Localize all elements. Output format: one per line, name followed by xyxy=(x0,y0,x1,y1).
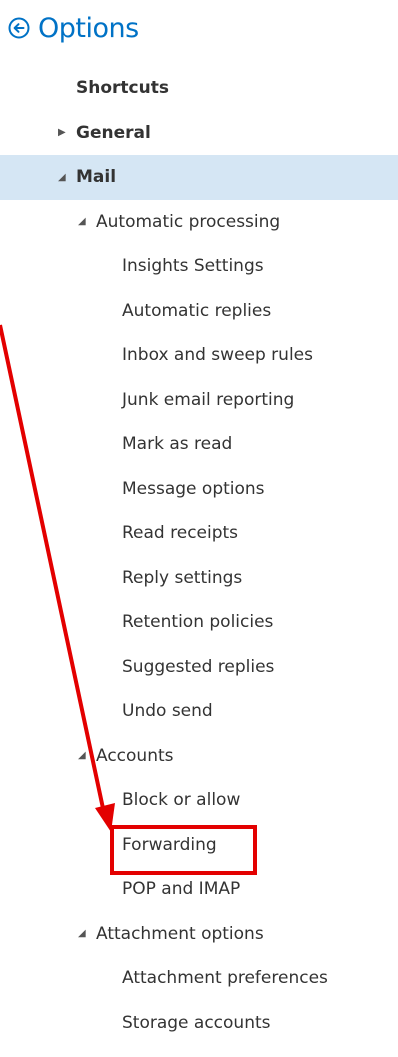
nav-item-label: POP and IMAP xyxy=(122,879,241,900)
nav-item-pop-and-imap[interactable]: POP and IMAP xyxy=(0,867,398,912)
nav-item-read-receipts[interactable]: Read receipts xyxy=(0,511,398,556)
nav-item-general[interactable]: ▶ General xyxy=(0,111,398,156)
nav-item-label: Shortcuts xyxy=(76,78,169,99)
nav-item-label: Insights Settings xyxy=(122,256,264,277)
nav-item-label: Suggested replies xyxy=(122,656,275,677)
nav-item-label: Attachment preferences xyxy=(122,968,328,989)
page-title: Options xyxy=(38,12,139,44)
nav-item-label: Retention policies xyxy=(122,612,274,633)
nav-group-automatic-processing[interactable]: ◢ Automatic processing xyxy=(0,200,398,245)
nav-item-attachment-preferences[interactable]: Attachment preferences xyxy=(0,956,398,1001)
nav-item-retention-policies[interactable]: Retention policies xyxy=(0,600,398,645)
nav-item-block-or-allow[interactable]: Block or allow xyxy=(0,778,398,823)
nav-item-label: Automatic replies xyxy=(122,300,272,321)
nav-item-label: Block or allow xyxy=(122,790,241,811)
options-nav-tree: Shortcuts ▶ General ◢ Mail ◢ Automatic p… xyxy=(0,66,398,1045)
back-circle-arrow-icon xyxy=(8,17,30,39)
nav-group-accounts[interactable]: ◢ Accounts xyxy=(0,734,398,779)
nav-item-label: Mail xyxy=(76,167,117,188)
nav-item-label: Storage accounts xyxy=(122,1012,271,1033)
nav-group-label: Accounts xyxy=(96,745,174,766)
nav-item-label: Inbox and sweep rules xyxy=(122,345,313,366)
nav-item-message-options[interactable]: Message options xyxy=(0,467,398,512)
nav-group-label: Attachment options xyxy=(96,923,264,944)
nav-item-mail[interactable]: ◢ Mail xyxy=(0,155,398,200)
nav-item-suggested-replies[interactable]: Suggested replies xyxy=(0,645,398,690)
nav-item-label: Read receipts xyxy=(122,523,239,544)
nav-item-mark-as-read[interactable]: Mark as read xyxy=(0,422,398,467)
nav-item-inbox-and-sweep-rules[interactable]: Inbox and sweep rules xyxy=(0,333,398,378)
nav-item-shortcuts[interactable]: Shortcuts xyxy=(0,66,398,111)
nav-group-attachment-options[interactable]: ◢ Attachment options xyxy=(0,912,398,957)
nav-item-label: Message options xyxy=(122,478,265,499)
expanded-triangle-icon[interactable]: ◢ xyxy=(78,750,92,761)
nav-item-automatic-replies[interactable]: Automatic replies xyxy=(0,289,398,334)
nav-item-label: Undo send xyxy=(122,701,213,722)
nav-item-label: Forwarding xyxy=(122,834,217,855)
nav-item-forwarding[interactable]: Forwarding xyxy=(0,823,398,868)
back-to-options-button[interactable]: Options xyxy=(8,6,139,50)
expanded-triangle-icon[interactable]: ◢ xyxy=(78,216,92,227)
nav-item-storage-accounts[interactable]: Storage accounts xyxy=(0,1001,398,1046)
nav-item-label: General xyxy=(76,122,151,143)
expanded-triangle-icon[interactable]: ◢ xyxy=(58,172,72,183)
nav-item-label: Junk email reporting xyxy=(122,389,295,410)
expanded-triangle-icon[interactable]: ◢ xyxy=(78,928,92,939)
collapsed-triangle-icon[interactable]: ▶ xyxy=(58,127,72,138)
nav-item-undo-send[interactable]: Undo send xyxy=(0,689,398,734)
nav-item-label: Mark as read xyxy=(122,434,233,455)
nav-group-label: Automatic processing xyxy=(96,211,281,232)
nav-item-insights-settings[interactable]: Insights Settings xyxy=(0,244,398,289)
nav-item-junk-email-reporting[interactable]: Junk email reporting xyxy=(0,378,398,423)
nav-item-label: Reply settings xyxy=(122,567,243,588)
nav-item-reply-settings[interactable]: Reply settings xyxy=(0,556,398,601)
